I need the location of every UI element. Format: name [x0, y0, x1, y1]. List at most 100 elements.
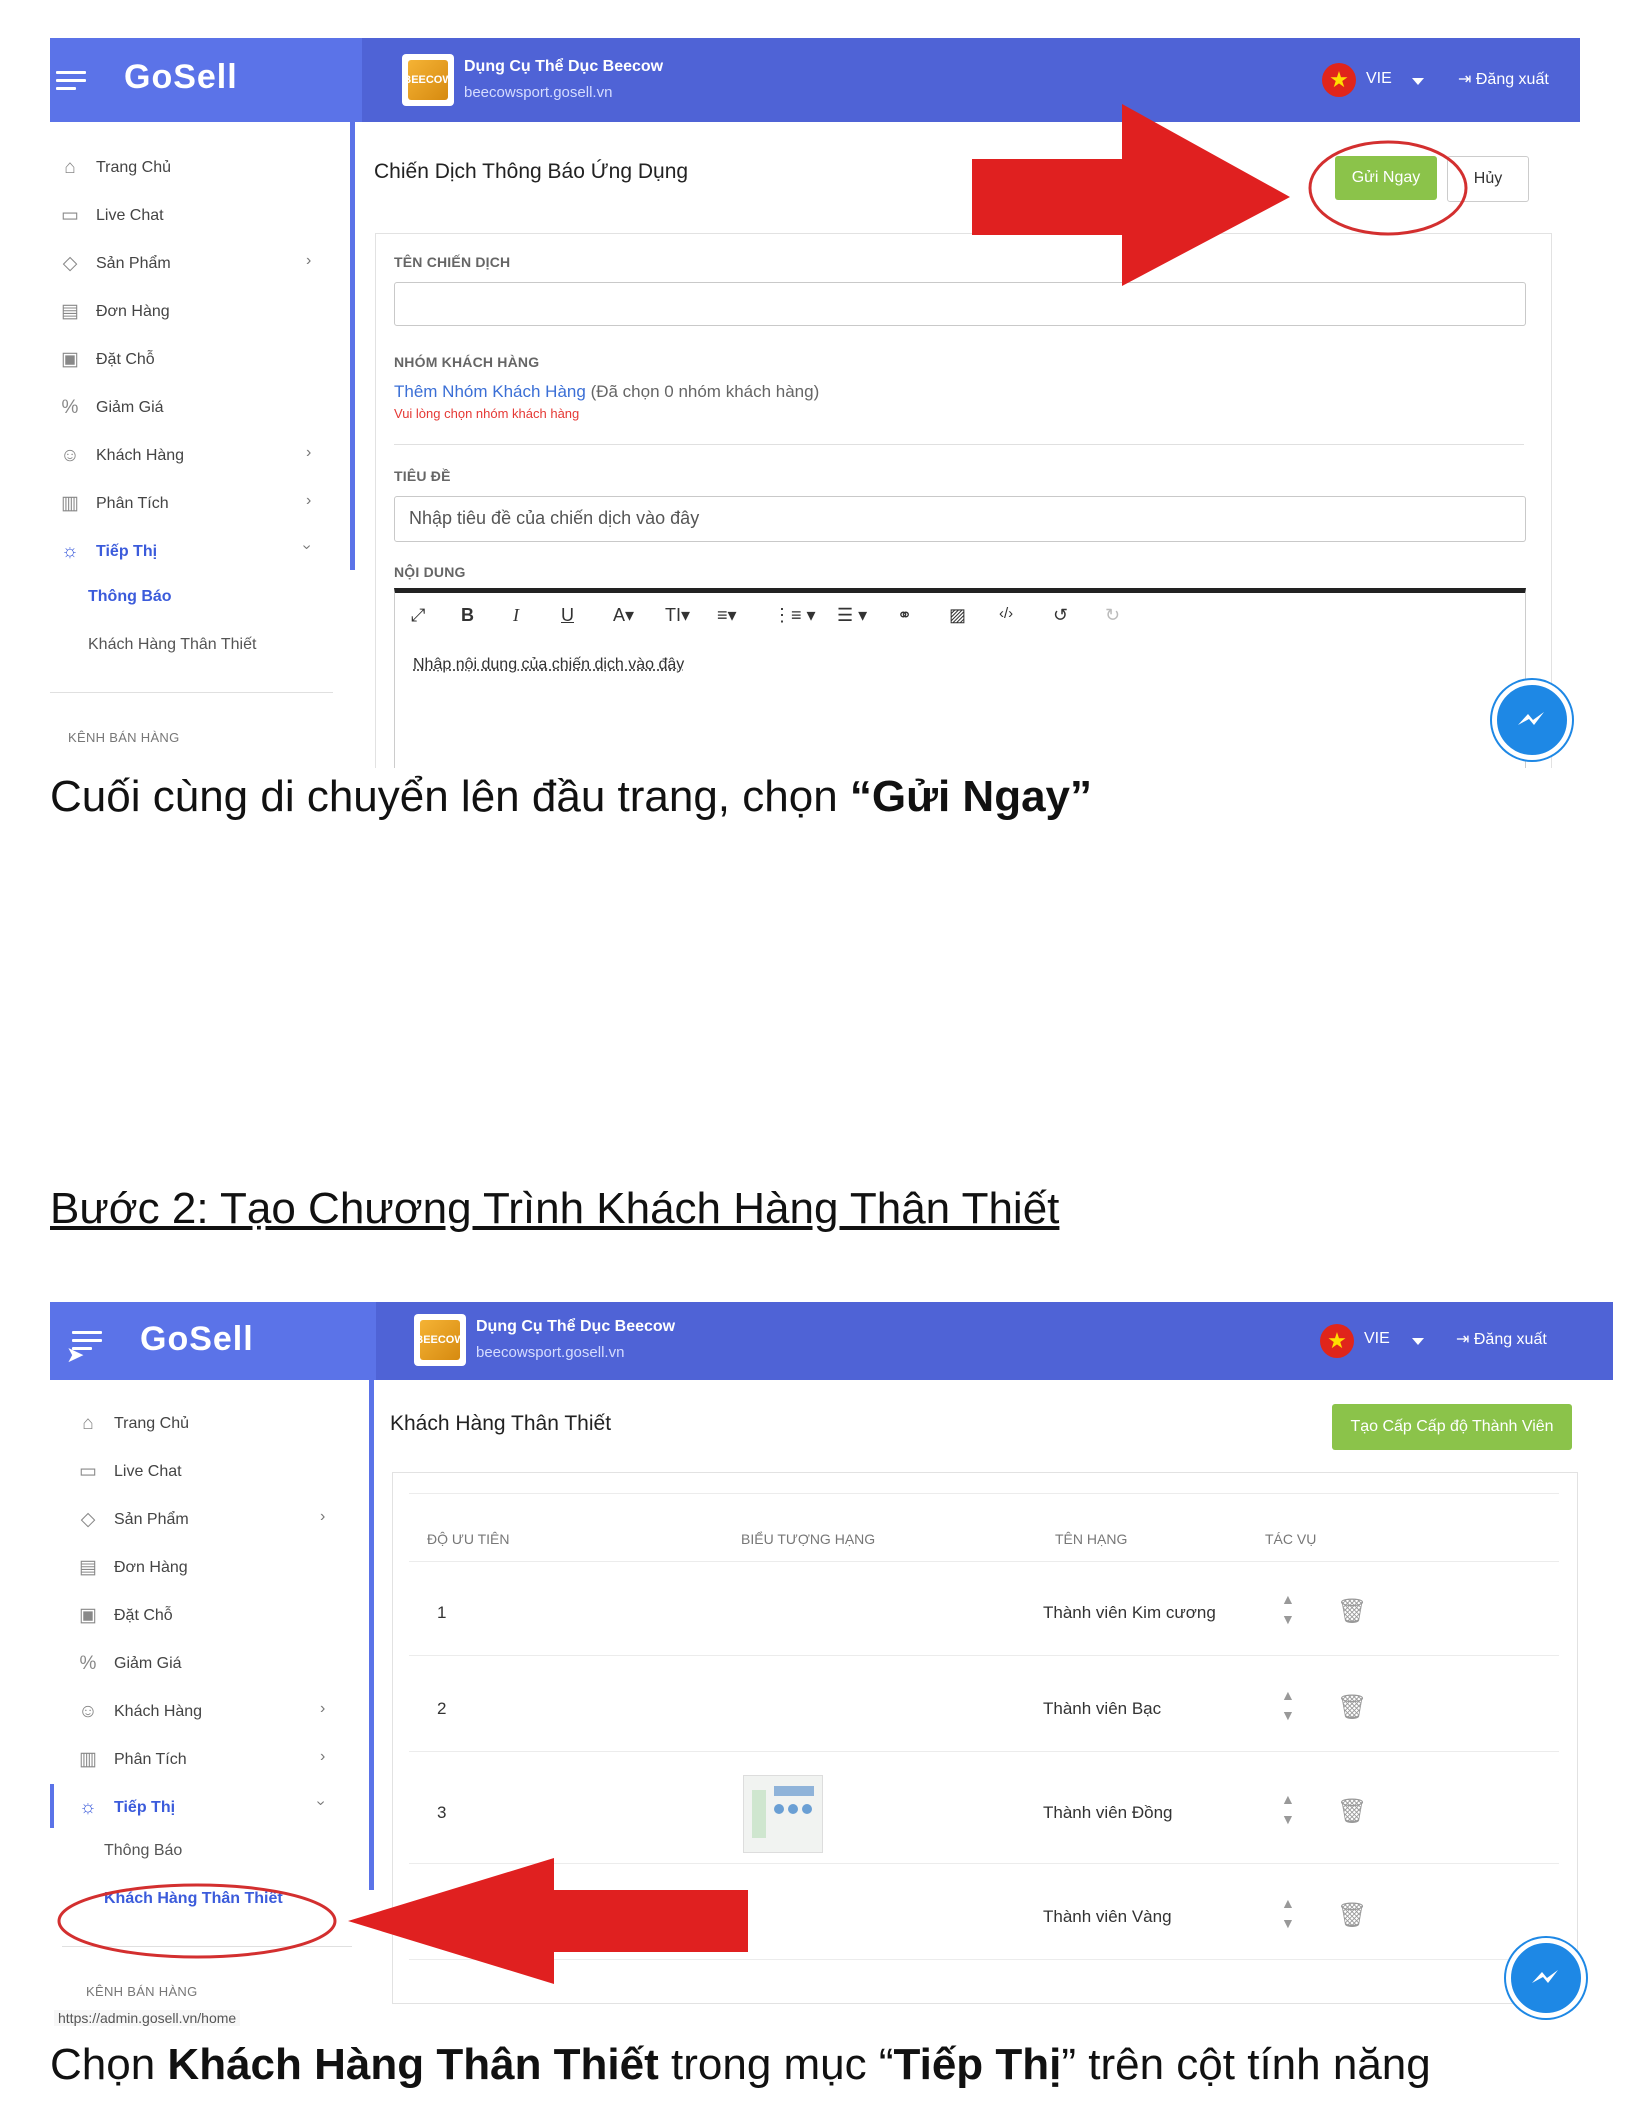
bulb-icon: ☼ [61, 541, 79, 562]
image-icon[interactable]: ▨ [949, 605, 966, 626]
bulb-icon: ☼ [79, 1797, 97, 1818]
table-top-line [409, 1493, 1559, 1494]
text-size-icon[interactable]: TI▾ [665, 605, 690, 626]
chevron-down-icon[interactable] [1412, 78, 1424, 85]
bold-icon[interactable]: B [461, 605, 474, 626]
font-color-icon[interactable]: A▾ [613, 605, 634, 626]
chevron-right-icon: › [306, 492, 312, 509]
sidebar-subitem-loyal-customers[interactable]: Khách Hàng Thân Thiết [88, 636, 256, 654]
sidebar-item-booking[interactable]: ▣ Đặt Chỗ [58, 348, 155, 372]
add-customer-group-link[interactable]: Thêm Nhóm Khách Hàng [394, 382, 586, 401]
sidebar-item-label: Đặt Chỗ [114, 1607, 173, 1624]
shop-url: beecowsport.gosell.vn [476, 1344, 625, 1361]
sidebar-subitem-notifications[interactable]: Thông Báo [88, 588, 172, 606]
gosell-logo: GoSell [140, 1320, 254, 1358]
active-item-bar [50, 1784, 54, 1828]
percent-icon: % [61, 397, 79, 418]
percent-icon: % [79, 1653, 97, 1674]
logout-label: Đăng xuất [1475, 71, 1549, 88]
sidebar-item-booking[interactable]: ▣ Đặt Chỗ [76, 1604, 173, 1628]
vietnam-flag-icon[interactable]: ★ [1320, 1324, 1354, 1358]
trash-icon[interactable]: 🗑 [1337, 1797, 1367, 1826]
caption-bold: “Gửi Ngay” [849, 772, 1093, 821]
content-editor[interactable]: Nhập nội dung của chiến dịch vào đây [394, 634, 1526, 768]
campaign-name-input[interactable] [394, 282, 1526, 326]
reorder-arrows-icon[interactable]: ▲ ▼ [1281, 1589, 1295, 1629]
create-member-tier-button[interactable]: Tạo Cấp Cấp độ Thành Viên [1332, 1404, 1572, 1450]
shop-logo: BEECOW [402, 54, 454, 106]
annotation-circle-loyalty [57, 1883, 337, 1959]
sidebar-item-label: Live Chat [114, 1463, 182, 1480]
chevron-right-icon: › [320, 1508, 326, 1525]
step-2-heading: Bước 2: Tạo Chương Trình Khách Hàng Thân… [50, 1184, 1060, 1233]
tag-icon: ◇ [62, 253, 78, 274]
sidebar-item-live-chat[interactable]: ▭ Live Chat [58, 204, 164, 228]
tag-icon: ◇ [80, 1509, 96, 1530]
logout-icon: ⇥ [1456, 1331, 1470, 1348]
underline-icon[interactable]: U [561, 605, 574, 626]
trash-icon[interactable]: 🗑 [1337, 1693, 1367, 1722]
sidebar-item-orders[interactable]: ▤ Đơn Hàng [58, 300, 170, 324]
language-selector[interactable]: VIE [1364, 1330, 1390, 1348]
menu-toggle-icon[interactable] [56, 66, 86, 95]
logout-button[interactable]: ⇥ Đăng xuất [1458, 69, 1549, 89]
ordered-list-icon[interactable]: ⋮≡ ▾ [773, 605, 816, 626]
sidebar-item-orders[interactable]: ▤ Đơn Hàng [76, 1556, 188, 1580]
vietnam-flag-icon[interactable]: ★ [1322, 63, 1356, 97]
reorder-arrows-icon[interactable]: ▲ ▼ [1281, 1893, 1295, 1933]
trash-icon[interactable]: 🗑 [1337, 1597, 1367, 1626]
home-icon: ⌂ [82, 1413, 94, 1434]
sidebar-item-discounts[interactable]: % Giảm Giá [58, 396, 164, 420]
code-view-icon[interactable]: ‹/› [999, 605, 1013, 622]
messenger-icon[interactable] [1492, 680, 1572, 760]
sidebar-item-home[interactable]: ⌂ Trang Chủ [58, 156, 171, 180]
sidebar-item-label: Phân Tích [114, 1751, 187, 1768]
sidebar-item-label: Khách Hàng [114, 1703, 203, 1720]
redo-icon[interactable]: ↻ [1105, 605, 1120, 626]
caption-bold: Tiếp Thị [893, 2040, 1062, 2089]
sidebar-item-label: Phân Tích [96, 495, 169, 512]
chevron-down-icon: › [312, 1800, 330, 1806]
chevron-down-icon: › [298, 544, 316, 550]
sidebar-item-home[interactable]: ⌂ Trang Chủ [76, 1412, 189, 1436]
sidebar-item-live-chat[interactable]: ▭ Live Chat [76, 1460, 182, 1484]
undo-icon[interactable]: ↺ [1053, 605, 1068, 626]
document-icon: ▤ [61, 301, 79, 322]
page-title: Khách Hàng Thân Thiết [390, 1412, 612, 1435]
sidebar-item-label: Trang Chủ [114, 1415, 189, 1432]
sidebar-item-label: Tiếp Thị [114, 1799, 176, 1816]
sidebar-item-products[interactable]: ◇ Sản Phẩm [58, 252, 171, 276]
fullscreen-icon[interactable]: ⤢ [411, 605, 425, 626]
campaign-name-label: TÊN CHIẾN DỊCH [394, 254, 511, 270]
group-count-note: (Đã chọn 0 nhóm khách hàng) [590, 382, 820, 401]
messenger-icon[interactable] [1506, 1938, 1586, 2018]
logout-button[interactable]: ⇥ Đăng xuất [1456, 1329, 1547, 1349]
sidebar-item-marketing[interactable]: ☼ Tiếp Thị [76, 1796, 175, 1820]
bullet-list-icon[interactable]: ☰ ▾ [837, 605, 867, 626]
italic-icon[interactable]: I [513, 605, 519, 626]
instruction-caption-2: Chọn Khách Hàng Thân Thiết trong mục “Ti… [50, 2040, 1431, 2090]
link-icon[interactable]: ⚭ [897, 605, 912, 626]
language-selector[interactable]: VIE [1366, 70, 1392, 88]
sidebar-item-discounts[interactable]: % Giảm Giá [76, 1652, 182, 1676]
subject-input[interactable]: Nhập tiêu đề của chiến dịch vào đây [394, 496, 1526, 542]
sidebar-item-analytics[interactable]: ▥ Phân Tích [76, 1748, 187, 1772]
sidebar-subitem-notifications[interactable]: Thông Báo [104, 1842, 182, 1860]
sidebar-item-analytics[interactable]: ▥ Phân Tích [58, 492, 169, 516]
subject-label: TIÊU ĐỀ [394, 468, 451, 484]
sidebar-item-products[interactable]: ◇ Sản Phẩm [76, 1508, 189, 1532]
tier-icon-image [743, 1775, 823, 1853]
reorder-arrows-icon[interactable]: ▲ ▼ [1281, 1789, 1295, 1829]
logout-label: Đăng xuất [1473, 1331, 1547, 1348]
shop-logo-text: BEECOW [415, 1320, 465, 1360]
chevron-down-icon[interactable] [1412, 1338, 1424, 1345]
messenger-glyph [1518, 712, 1544, 725]
align-icon[interactable]: ≡▾ [717, 605, 737, 626]
sidebar-item-customers[interactable]: ☺ Khách Hàng [58, 444, 184, 468]
sidebar-item-marketing[interactable]: ☼ Tiếp Thị [58, 540, 157, 564]
sidebar: ⌂ Trang Chủ ▭ Live Chat ◇ Sản Phẩm › ▤ Đơn H… [50, 122, 355, 768]
sidebar-item-customers[interactable]: ☺ Khách Hàng [76, 1700, 202, 1724]
sidebar-item-label: Đơn Hàng [96, 303, 170, 320]
trash-icon[interactable]: 🗑 [1337, 1901, 1367, 1930]
reorder-arrows-icon[interactable]: ▲ ▼ [1281, 1685, 1295, 1725]
